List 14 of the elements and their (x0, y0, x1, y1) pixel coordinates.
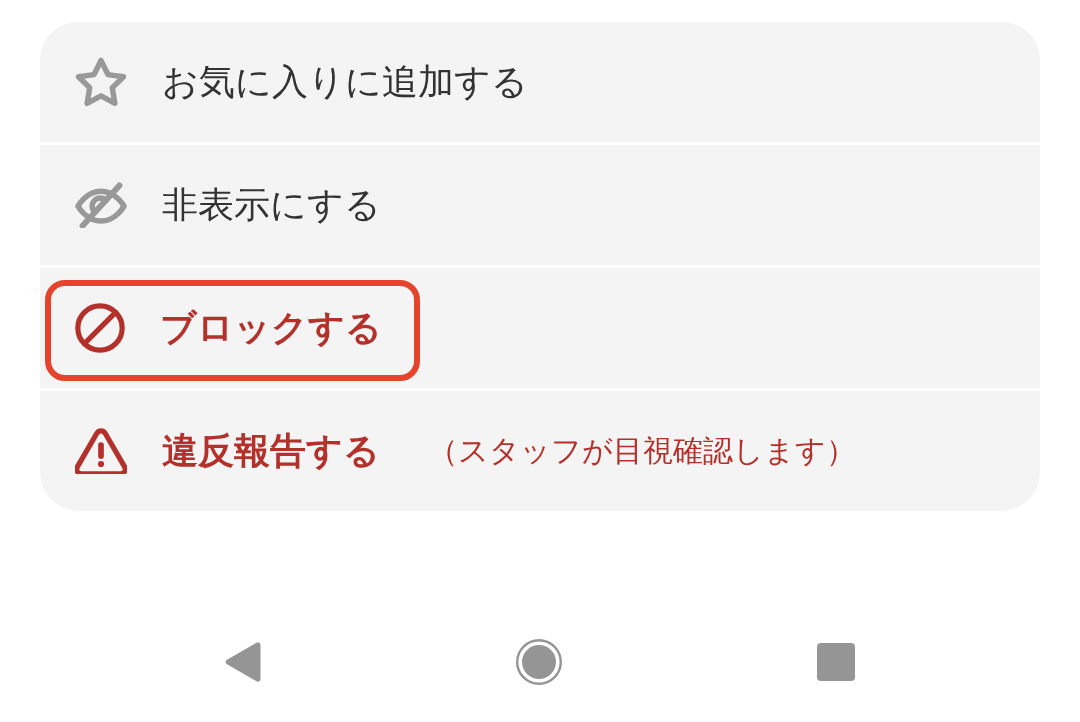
star-icon (75, 57, 127, 107)
prohibited-icon (75, 303, 125, 353)
home-circle-icon (516, 639, 562, 685)
menu-item[interactable]: 違反報告する （スタッフが目視確認します） (40, 391, 1040, 511)
menu-item[interactable]: 非表示にする (40, 145, 1040, 265)
home-button[interactable] (516, 639, 562, 685)
eye-slash-icon (75, 182, 127, 228)
menu-item[interactable]: お気に入りに追加する (40, 22, 1040, 142)
back-button[interactable] (225, 641, 261, 683)
square-icon (817, 643, 855, 681)
back-triangle-icon (225, 641, 261, 683)
warning-icon (75, 428, 127, 474)
note-text: （スタッフが目視確認します） (428, 431, 856, 470)
menu-item[interactable]: ブロックする (40, 268, 1040, 388)
